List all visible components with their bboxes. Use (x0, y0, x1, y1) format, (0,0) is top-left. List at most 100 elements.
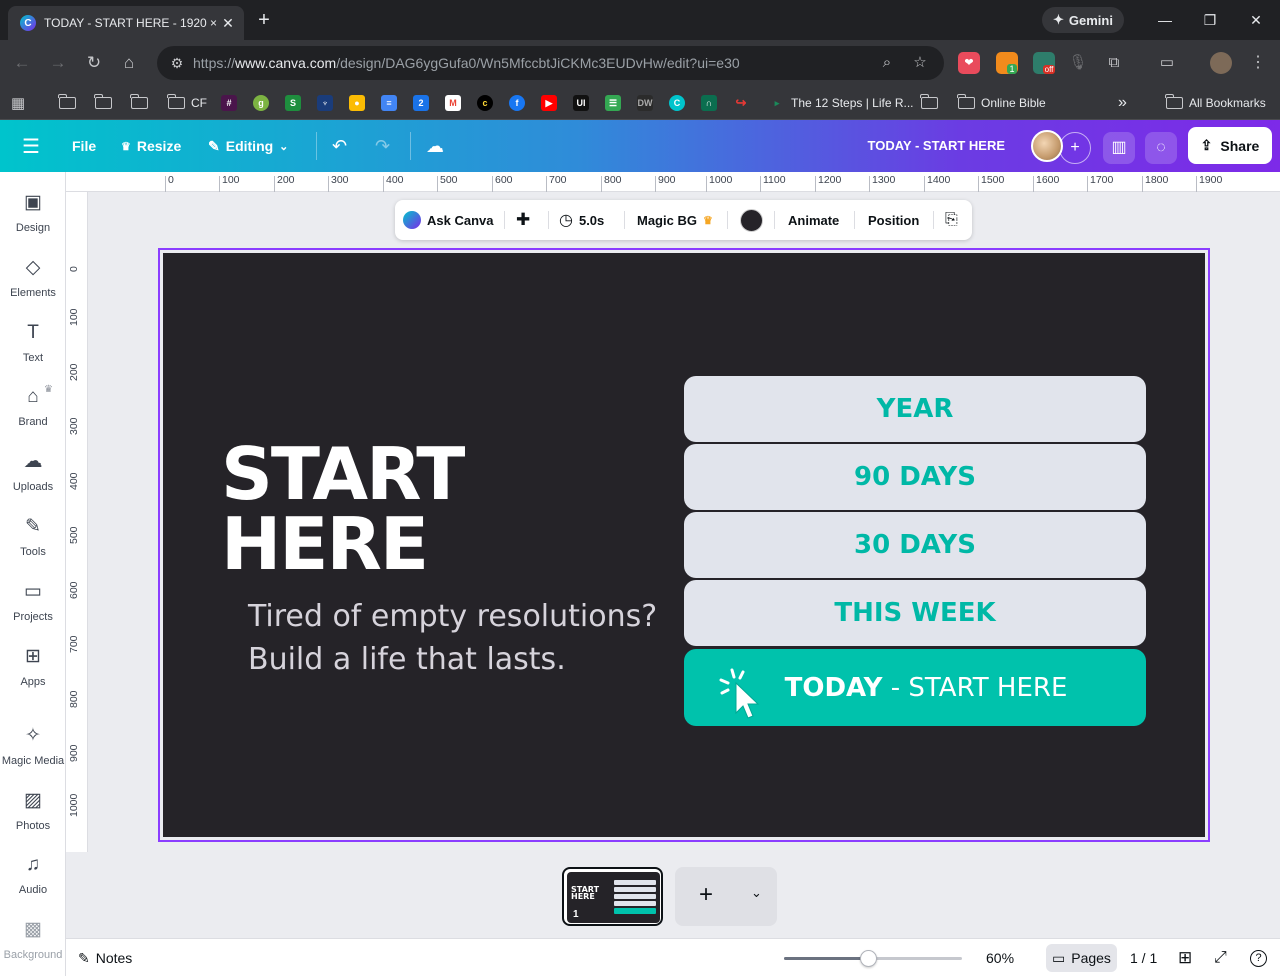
sidebar-item-uploads[interactable]: ☁ Uploads (0, 451, 66, 509)
all-bookmarks[interactable]: All Bookmarks (1165, 93, 1266, 113)
grid-view-icon[interactable]: ⊞ (1178, 947, 1192, 969)
page-counter[interactable]: 1 / 1 (1130, 947, 1157, 969)
sidebar-item-apps[interactable]: ⊞ Apps (0, 646, 66, 704)
zoom-slider[interactable] (784, 950, 962, 967)
editing-mode-button[interactable]: ✎ Editing ⌄ (208, 132, 288, 160)
sidebar-item-projects[interactable]: ▭ Projects (0, 581, 66, 639)
bookmark-calendar-icon[interactable]: 2 (413, 93, 429, 113)
extensions-puzzle-icon[interactable]: ⧉ (1103, 52, 1125, 74)
copy-style-paint-roller-icon[interactable]: ⎘ (945, 200, 958, 240)
hero-heading[interactable]: START HERE (221, 438, 465, 580)
bookmark-online-bible[interactable]: Online Bible (957, 93, 1046, 113)
bookmark-red-icon[interactable]: ↪ (733, 93, 749, 113)
back-icon[interactable]: ← (10, 51, 34, 75)
bookmark-docs-icon[interactable]: ≡ (381, 93, 397, 113)
zoom-slider-handle[interactable] (859, 950, 877, 967)
bookmark-slack-icon[interactable]: # (221, 93, 237, 113)
insights-chart-icon[interactable]: ▥ (1103, 132, 1135, 164)
more-bookmarks-icon[interactable]: » (1118, 93, 1127, 113)
site-settings-icon[interactable]: ⚙ (165, 51, 189, 75)
bookmark-tc-icon[interactable]: c (477, 93, 493, 113)
fullscreen-icon[interactable]: ⤢ (1214, 947, 1227, 969)
share-button[interactable]: ⇪ Share (1188, 127, 1272, 164)
bookmark-12-steps[interactable]: ▸ The 12 Steps | Life R... (769, 93, 914, 113)
bookmark-list-icon[interactable]: ☰ (605, 93, 621, 113)
pill-30-days[interactable]: 30 DAYS (684, 512, 1146, 578)
bookmark-ui-icon[interactable]: UI (573, 93, 589, 113)
bookmark-folder-2[interactable] (94, 93, 112, 113)
chevron-down-icon[interactable]: ⌄ (751, 885, 762, 901)
pill-this-week[interactable]: THIS WEEK (684, 580, 1146, 646)
resize-button[interactable]: ♛ Resize (121, 132, 181, 160)
page-thumbnail[interactable]: START HERE 1 (562, 867, 663, 926)
new-tab-button[interactable]: + (254, 8, 274, 32)
sidebar-item-background[interactable]: ▩ Background (0, 919, 66, 976)
bookmark-star-icon[interactable]: ☆ (908, 51, 932, 75)
address-bar[interactable]: ⚙ https://www.canva.com/design/DAG6ygGuf… (157, 46, 944, 80)
sidebar-item-photos[interactable]: ▨ Photos (0, 790, 66, 848)
sidebar-item-audio[interactable]: ♫ Audio (0, 854, 66, 912)
bookmark-dw-icon[interactable]: DW (637, 93, 653, 113)
bookmark-folder-3[interactable] (130, 93, 148, 113)
notes-button[interactable]: ✎ Notes (78, 947, 132, 969)
subheading[interactable]: Tired of empty resolutions? Build a life… (248, 595, 657, 681)
design-page[interactable]: START HERE Tired of empty resolutions? B… (163, 253, 1205, 837)
cloud-saved-icon[interactable]: ☁ (426, 132, 444, 160)
design-title[interactable]: TODAY - START HERE (868, 138, 1005, 153)
tab-close-icon[interactable]: ✕ (220, 15, 236, 32)
profile-avatar-icon[interactable] (1210, 52, 1232, 74)
ask-canva-button[interactable]: Ask Canva (403, 200, 493, 240)
bookmark-youtube-icon[interactable]: ▶ (541, 93, 557, 113)
bookmark-sheets-icon[interactable]: S (285, 93, 301, 113)
home-icon[interactable]: ⌂ (117, 51, 141, 75)
zoom-percent[interactable]: 60% (986, 947, 1014, 969)
microphone-icon[interactable]: 🎙 (1067, 52, 1089, 74)
reload-icon[interactable]: ↻ (82, 51, 106, 75)
close-window-icon[interactable]: ✕ (1242, 8, 1270, 32)
pill-today-start-here[interactable]: TODAY - START HERE (684, 649, 1146, 726)
comments-icon[interactable]: ◌ (1145, 132, 1177, 164)
browser-tab-active[interactable]: C TODAY - START HERE - 1920 × ✕ (8, 6, 244, 40)
help-icon[interactable]: ? (1250, 947, 1267, 969)
extension-badge-icon[interactable]: 1 (996, 52, 1018, 74)
user-avatar[interactable] (1031, 130, 1063, 162)
apps-grid-icon[interactable]: ▦ (11, 93, 25, 113)
pages-button[interactable]: ▭ Pages (1046, 944, 1117, 972)
redo-icon[interactable]: ↷ (375, 132, 390, 160)
sidebar-item-design[interactable]: ▣ Design (0, 192, 66, 250)
undo-icon[interactable]: ↶ (332, 132, 347, 160)
bookmark-blue-icon[interactable]: ♆ (317, 93, 333, 113)
gemini-button[interactable]: ✦ Gemini (1042, 7, 1124, 33)
main-menu-icon[interactable]: ☰ (22, 132, 40, 160)
bookmark-canva-icon[interactable]: C (669, 93, 685, 113)
position-button[interactable]: Position (868, 200, 919, 240)
pill-90-days[interactable]: 90 DAYS (684, 444, 1146, 510)
browser-menu-icon[interactable]: ⋮ (1247, 52, 1269, 74)
bookmark-gmail-icon[interactable]: M (445, 93, 461, 113)
extension-off-icon[interactable]: off (1033, 52, 1056, 74)
sidebar-item-tools[interactable]: ✎ Tools (0, 516, 66, 574)
bookmark-headphones-icon[interactable]: ∩ (701, 93, 717, 113)
sidebar-item-brand[interactable]: ♛ ⌂ Brand (0, 384, 66, 444)
animate-button[interactable]: Animate (788, 200, 839, 240)
file-menu-button[interactable]: File (72, 132, 96, 160)
sidebar-item-elements[interactable]: ◇ Elements (0, 257, 66, 315)
magic-bg-button[interactable]: Magic BG ♛ (637, 200, 713, 240)
pill-year[interactable]: YEAR (684, 376, 1146, 442)
add-comment-icon[interactable]: ✚ (516, 200, 530, 240)
forward-icon[interactable]: → (46, 51, 70, 75)
bookmark-folder-4[interactable] (920, 93, 938, 113)
add-collaborator-icon[interactable]: + (1059, 132, 1091, 164)
sidebar-item-magic-media[interactable]: ✧ Magic Media (0, 725, 66, 783)
reading-mode-icon[interactable]: ▭ (1156, 52, 1178, 74)
restore-window-icon[interactable]: ❐ (1196, 8, 1224, 32)
pocket-extension-icon[interactable]: ❤ (958, 52, 980, 74)
sidebar-item-text[interactable]: T Text (0, 322, 66, 380)
bookmark-green-icon[interactable]: g (253, 93, 269, 113)
bookmark-folder-1[interactable] (58, 93, 76, 113)
bookmark-folder-cf[interactable]: CF (167, 93, 207, 113)
add-page-button[interactable]: + ⌄ (675, 867, 777, 926)
timing-button[interactable]: ◷ 5.0s (559, 200, 604, 240)
bookmark-facebook-icon[interactable]: f (509, 93, 525, 113)
background-color-swatch[interactable] (740, 200, 763, 240)
